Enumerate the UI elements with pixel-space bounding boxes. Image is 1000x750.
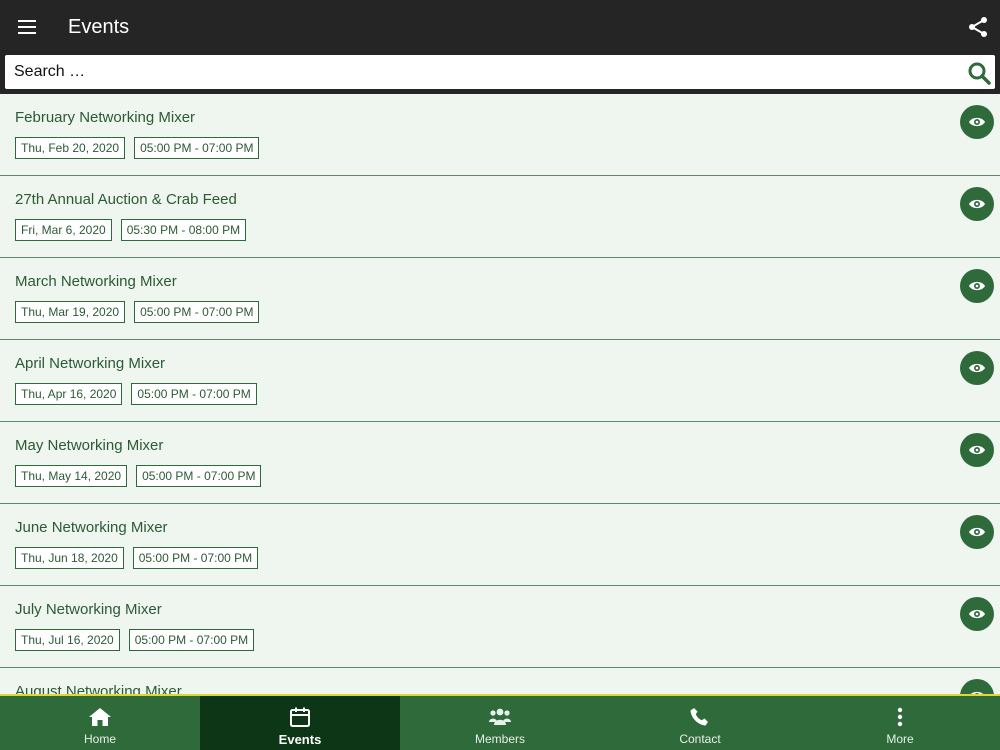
view-event-button[interactable] <box>960 105 994 139</box>
view-event-button[interactable] <box>960 597 994 631</box>
nav-item-members[interactable]: Members <box>400 696 600 750</box>
event-time: 05:30 PM - 08:00 PM <box>120 219 247 241</box>
nav-label: Events <box>278 732 322 747</box>
nav-label: Home <box>83 732 116 746</box>
list-item[interactable]: 27th Annual Auction & Crab Feed Fri, Mar… <box>0 176 1000 258</box>
bottom-navigation: Home Events Members Contact More <box>0 694 1000 750</box>
event-time: 05:00 PM - 07:00 PM <box>131 383 257 405</box>
view-event-button[interactable] <box>960 515 994 549</box>
nav-item-home[interactable]: Home <box>0 696 200 750</box>
view-event-button[interactable] <box>960 351 994 385</box>
event-time: 05:00 PM - 07:00 PM <box>128 629 255 651</box>
search-bar <box>5 55 995 89</box>
view-event-button[interactable] <box>960 187 994 221</box>
list-item[interactable]: February Networking Mixer Thu, Feb 20, 2… <box>0 94 1000 176</box>
more-vertical-icon <box>897 707 903 727</box>
home-icon <box>89 708 111 726</box>
phone-icon <box>690 708 708 726</box>
nav-label: Contact <box>679 732 721 746</box>
list-item[interactable]: July Networking Mixer Thu, Jul 16, 2020 … <box>0 586 1000 668</box>
event-title: March Networking Mixer <box>15 273 177 290</box>
event-title: February Networking Mixer <box>15 109 196 126</box>
nav-item-contact[interactable]: Contact <box>600 696 800 750</box>
event-title: 27th Annual Auction & Crab Feed <box>15 191 237 208</box>
event-date: Thu, Apr 16, 2020 <box>15 383 123 405</box>
event-title: April Networking Mixer <box>15 355 166 372</box>
nav-label: Members <box>474 732 525 746</box>
eye-icon <box>969 609 985 619</box>
event-date: Thu, Mar 19, 2020 <box>15 301 126 323</box>
list-item[interactable]: March Networking Mixer Thu, Mar 19, 2020… <box>0 258 1000 340</box>
app-bar: Events <box>0 0 1000 94</box>
event-time: 05:00 PM - 07:00 PM <box>134 301 260 323</box>
event-time: 05:00 PM - 07:00 PM <box>134 137 260 159</box>
list-item[interactable]: April Networking Mixer Thu, Apr 16, 2020… <box>0 340 1000 422</box>
nav-item-events[interactable]: Events <box>200 696 400 750</box>
list-item[interactable]: June Networking Mixer Thu, Jun 18, 2020 … <box>0 504 1000 586</box>
search-input[interactable] <box>5 55 955 89</box>
share-icon[interactable] <box>966 15 990 39</box>
event-date: Thu, May 14, 2020 <box>15 465 128 487</box>
members-icon <box>489 708 511 725</box>
hamburger-icon[interactable] <box>14 14 40 40</box>
list-item[interactable]: May Networking Mixer Thu, May 14, 2020 0… <box>0 422 1000 504</box>
view-event-button[interactable] <box>960 679 994 694</box>
view-event-button[interactable] <box>960 269 994 303</box>
page-title: Events <box>68 16 130 38</box>
nav-item-more[interactable]: More <box>800 696 1000 750</box>
event-time: 05:00 PM - 07:00 PM <box>132 547 259 569</box>
event-title: June Networking Mixer <box>15 519 168 536</box>
event-date: Thu, Jun 18, 2020 <box>15 547 124 569</box>
event-date: Thu, Jul 16, 2020 <box>15 629 120 651</box>
event-title: August Networking Mixer <box>15 683 182 694</box>
view-event-button[interactable] <box>960 433 994 467</box>
event-time: 05:00 PM - 07:00 PM <box>136 465 262 487</box>
event-title: May Networking Mixer <box>15 437 164 454</box>
event-date: Thu, Feb 20, 2020 <box>15 137 126 159</box>
eye-icon <box>969 117 985 127</box>
eye-icon <box>969 281 985 291</box>
eye-icon <box>969 199 985 209</box>
event-list: February Networking Mixer Thu, Feb 20, 2… <box>0 94 1000 694</box>
eye-icon <box>969 363 985 373</box>
event-date: Fri, Mar 6, 2020 <box>15 219 112 241</box>
eye-icon <box>969 445 985 455</box>
search-icon[interactable] <box>967 61 991 85</box>
eye-icon <box>969 527 985 537</box>
list-item[interactable]: August Networking Mixer <box>0 668 1000 694</box>
nav-label: More <box>886 732 914 746</box>
event-title: July Networking Mixer <box>15 601 162 618</box>
calendar-icon <box>290 707 310 727</box>
